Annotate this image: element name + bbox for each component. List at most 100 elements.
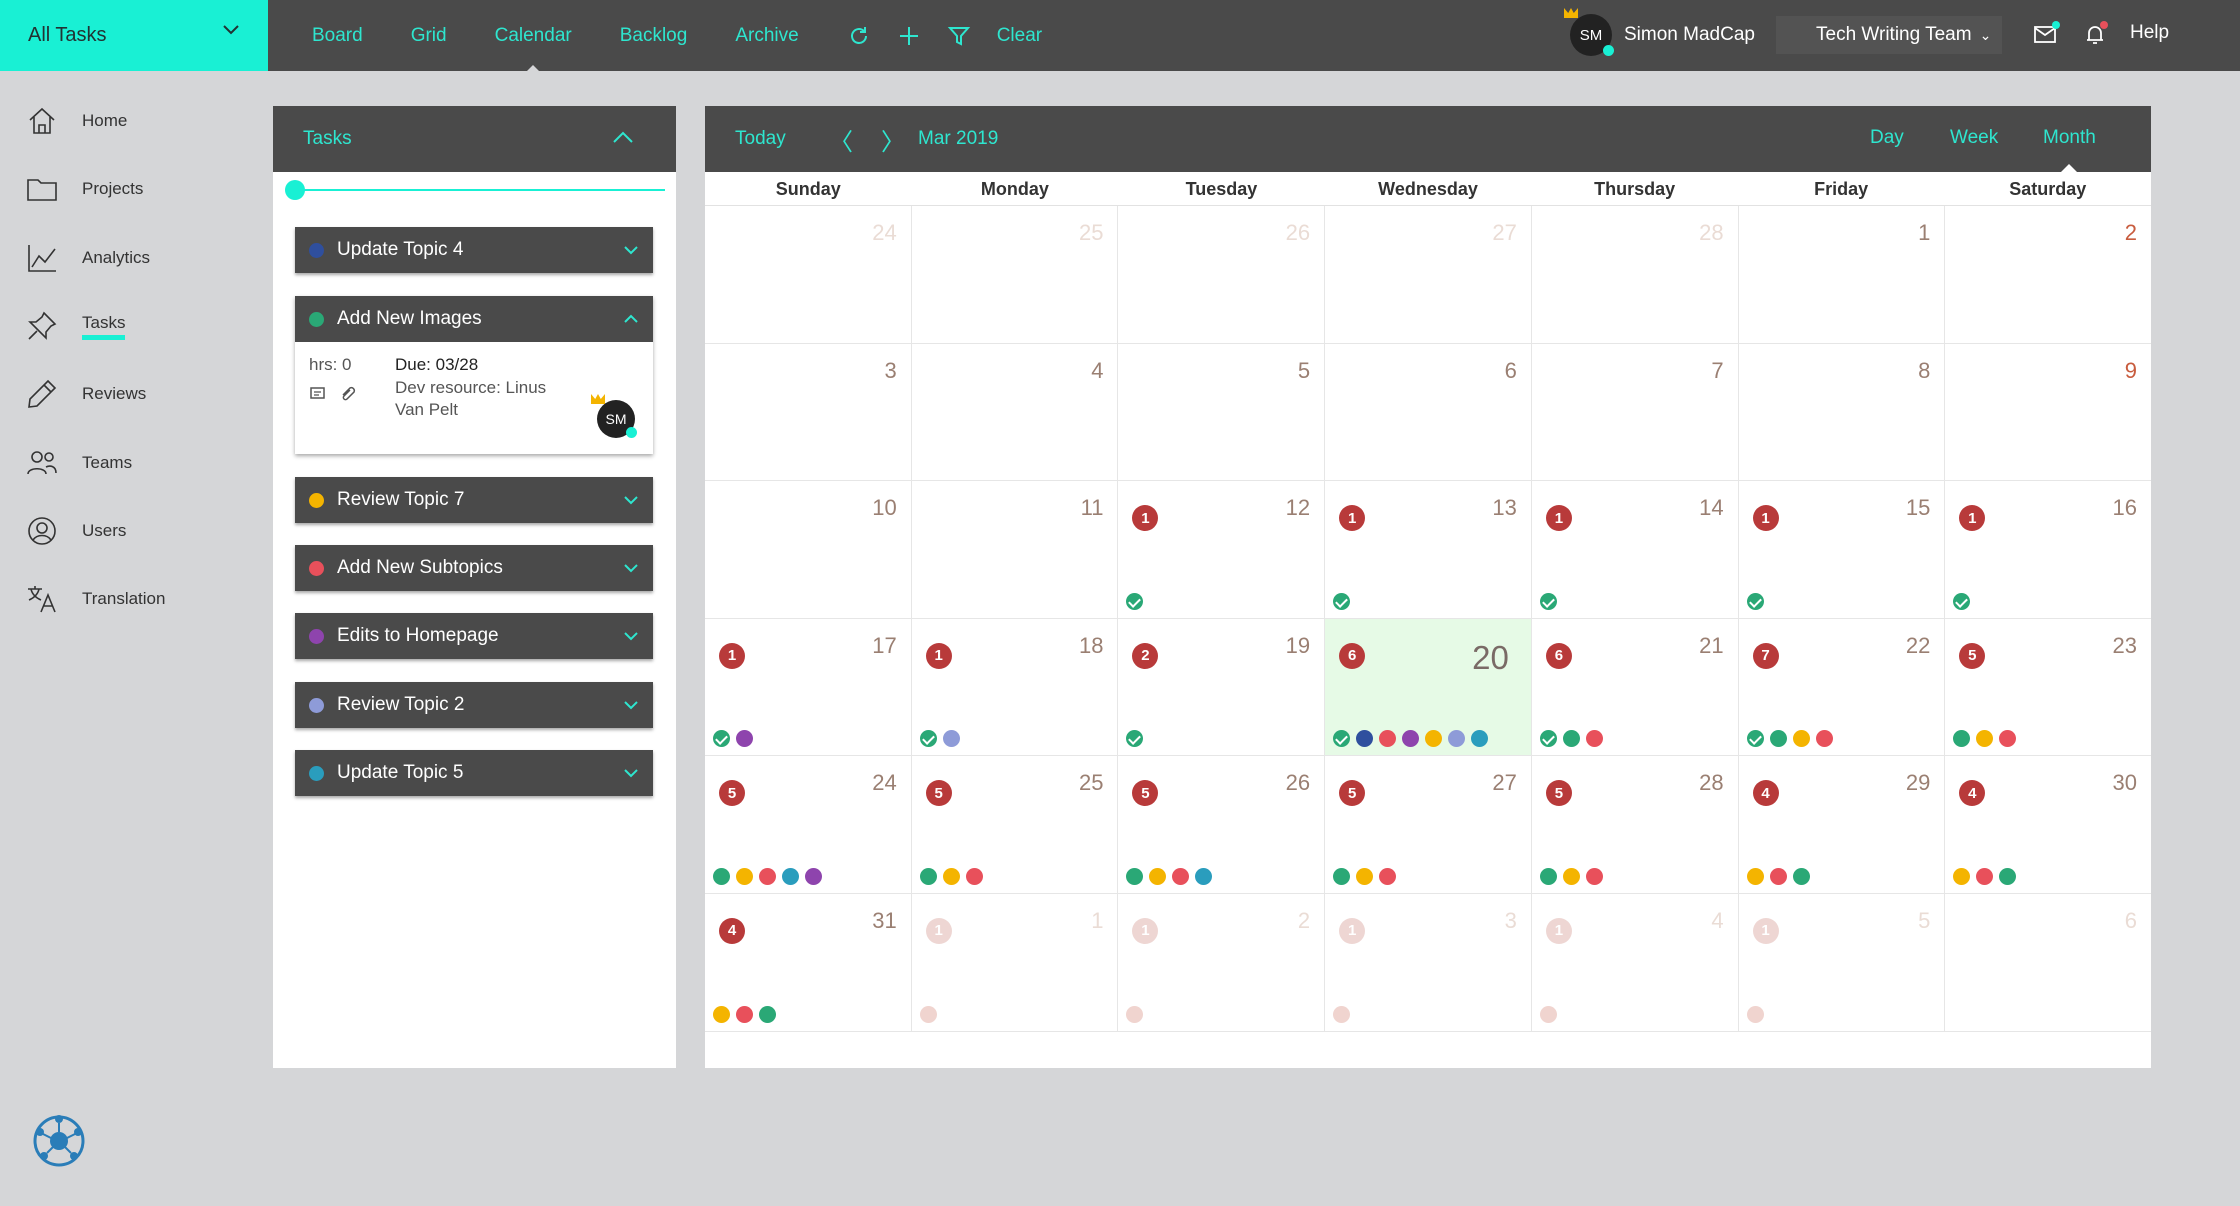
calendar-day[interactable]: 27	[1325, 206, 1532, 344]
task-dot[interactable]	[942, 867, 960, 885]
prev-month-icon[interactable]: 〈	[829, 122, 853, 157]
task-count-badge[interactable]: 6	[1545, 642, 1572, 669]
calendar-day[interactable]: 41	[1531, 893, 1739, 1032]
slider-handle[interactable]	[285, 180, 305, 200]
task-dot[interactable]	[1471, 730, 1489, 748]
task-dot[interactable]	[1195, 867, 1213, 885]
task-count-badge[interactable]: 1	[1132, 917, 1159, 944]
calendar-day[interactable]: 31 4	[705, 893, 912, 1032]
calendar-day[interactable]: 5	[1118, 343, 1326, 482]
assignee-avatar[interactable]: SM	[591, 394, 637, 438]
task-dot[interactable]	[1562, 867, 1580, 885]
task-dot[interactable]	[1562, 730, 1580, 748]
sidebar-item-home[interactable]: Home	[24, 101, 127, 141]
completed-check-icon[interactable]	[919, 730, 937, 748]
task-count-badge[interactable]: 4	[1959, 780, 1986, 807]
completed-check-icon[interactable]	[1746, 592, 1764, 610]
sidebar-item-teams[interactable]: Teams	[24, 443, 132, 483]
task-item[interactable]: Review Topic 2	[295, 682, 653, 728]
calendar-day[interactable]: 22 7	[1738, 618, 1946, 757]
calendar-day[interactable]: 10	[705, 481, 912, 619]
task-dot[interactable]	[1356, 867, 1374, 885]
task-dot[interactable]	[1976, 730, 1994, 748]
task-dot[interactable]	[1333, 1005, 1351, 1023]
calendar-day[interactable]: 17 1	[705, 618, 912, 757]
task-dot[interactable]	[1172, 867, 1190, 885]
task-dot[interactable]	[1379, 730, 1397, 748]
task-count-badge[interactable]: 1	[719, 642, 745, 669]
calendar-day[interactable]: 24 5	[705, 756, 912, 894]
task-count-badge[interactable]: 1	[925, 917, 952, 944]
task-count-badge[interactable]: 4	[719, 917, 745, 944]
calendar-day[interactable]: 23 5	[1945, 619, 2152, 757]
task-dot[interactable]	[713, 867, 730, 885]
task-dot[interactable]	[1333, 867, 1351, 885]
chevron-down-icon[interactable]	[623, 495, 639, 505]
task-dot[interactable]	[1815, 730, 1833, 748]
task-count-badge[interactable]: 1	[1545, 917, 1572, 944]
view-day[interactable]: Day	[1870, 127, 1904, 149]
view-month[interactable]: Month	[2043, 127, 2096, 174]
calendar-day[interactable]: 11	[911, 893, 1119, 1032]
calendar-day[interactable]: 4	[911, 343, 1119, 482]
filter-icon[interactable]	[947, 24, 971, 48]
help-link[interactable]: Help	[2130, 22, 2169, 44]
task-count-badge[interactable]: 1	[1545, 505, 1572, 532]
task-dot[interactable]	[1792, 730, 1810, 748]
sidebar-item-translation[interactable]: Translation	[24, 579, 165, 619]
mail-icon[interactable]	[2032, 20, 2060, 48]
refresh-icon[interactable]	[847, 24, 871, 48]
task-count-badge[interactable]: 2	[1132, 642, 1159, 669]
task-count-badge[interactable]: 1	[925, 642, 952, 669]
task-dot[interactable]	[942, 730, 960, 748]
task-dot[interactable]	[1539, 1005, 1557, 1023]
nav-board[interactable]: Board	[312, 25, 363, 47]
completed-check-icon[interactable]	[1126, 730, 1144, 748]
calendar-day[interactable]: 16 1	[1945, 481, 2152, 619]
task-dot[interactable]	[1356, 730, 1374, 748]
task-slider[interactable]	[285, 180, 665, 200]
task-dot[interactable]	[1999, 867, 2017, 885]
chevron-down-icon[interactable]	[623, 563, 639, 573]
task-dot[interactable]	[919, 867, 937, 885]
view-week[interactable]: Week	[1950, 127, 1998, 149]
user-menu[interactable]: SM Simon MadCap	[1564, 8, 1755, 56]
chevron-down-icon[interactable]	[623, 631, 639, 641]
calendar-day[interactable]: 27 5	[1325, 756, 1532, 894]
calendar-day[interactable]: 28	[1531, 206, 1739, 344]
task-dot[interactable]	[1585, 730, 1603, 748]
task-dot[interactable]	[736, 867, 753, 885]
task-dot[interactable]	[1448, 730, 1466, 748]
chevron-down-icon[interactable]	[623, 768, 639, 778]
calendar-day[interactable]: 29 4	[1738, 756, 1946, 894]
task-dot[interactable]	[1126, 867, 1144, 885]
calendar-day[interactable]: 6	[1945, 894, 2152, 1032]
bell-icon[interactable]	[2082, 20, 2110, 48]
task-dot[interactable]	[713, 1005, 730, 1023]
task-dot[interactable]	[1539, 867, 1557, 885]
calendar-day[interactable]: 26 5	[1118, 756, 1326, 894]
task-dot[interactable]	[1792, 867, 1810, 885]
task-count-badge[interactable]: 5	[1959, 642, 1986, 669]
task-count-badge[interactable]: 1	[1752, 505, 1779, 532]
task-dot[interactable]	[1746, 867, 1764, 885]
task-dot[interactable]	[1953, 730, 1971, 748]
workspace-dropdown[interactable]: All Tasks	[0, 0, 268, 71]
sidebar-item-analytics[interactable]: Analytics	[24, 238, 150, 278]
completed-check-icon[interactable]	[1746, 730, 1764, 748]
task-dot[interactable]	[1149, 867, 1167, 885]
completed-check-icon[interactable]	[1539, 592, 1557, 610]
task-dot[interactable]	[736, 1005, 753, 1023]
calendar-day[interactable]: 26	[1118, 206, 1326, 344]
add-icon[interactable]	[897, 24, 921, 48]
calendar-day[interactable]: 12 1	[1118, 481, 1326, 619]
task-dot[interactable]	[1402, 730, 1420, 748]
today-button[interactable]: Today	[735, 128, 786, 150]
task-dot[interactable]	[736, 730, 753, 748]
calendar-day[interactable]: 8	[1738, 343, 1946, 482]
task-dot[interactable]	[1769, 867, 1787, 885]
sidebar-item-tasks[interactable]: Tasks	[24, 306, 126, 346]
task-dot[interactable]	[965, 867, 983, 885]
completed-check-icon[interactable]	[713, 730, 730, 748]
calendar-day[interactable]: 3	[705, 343, 912, 482]
